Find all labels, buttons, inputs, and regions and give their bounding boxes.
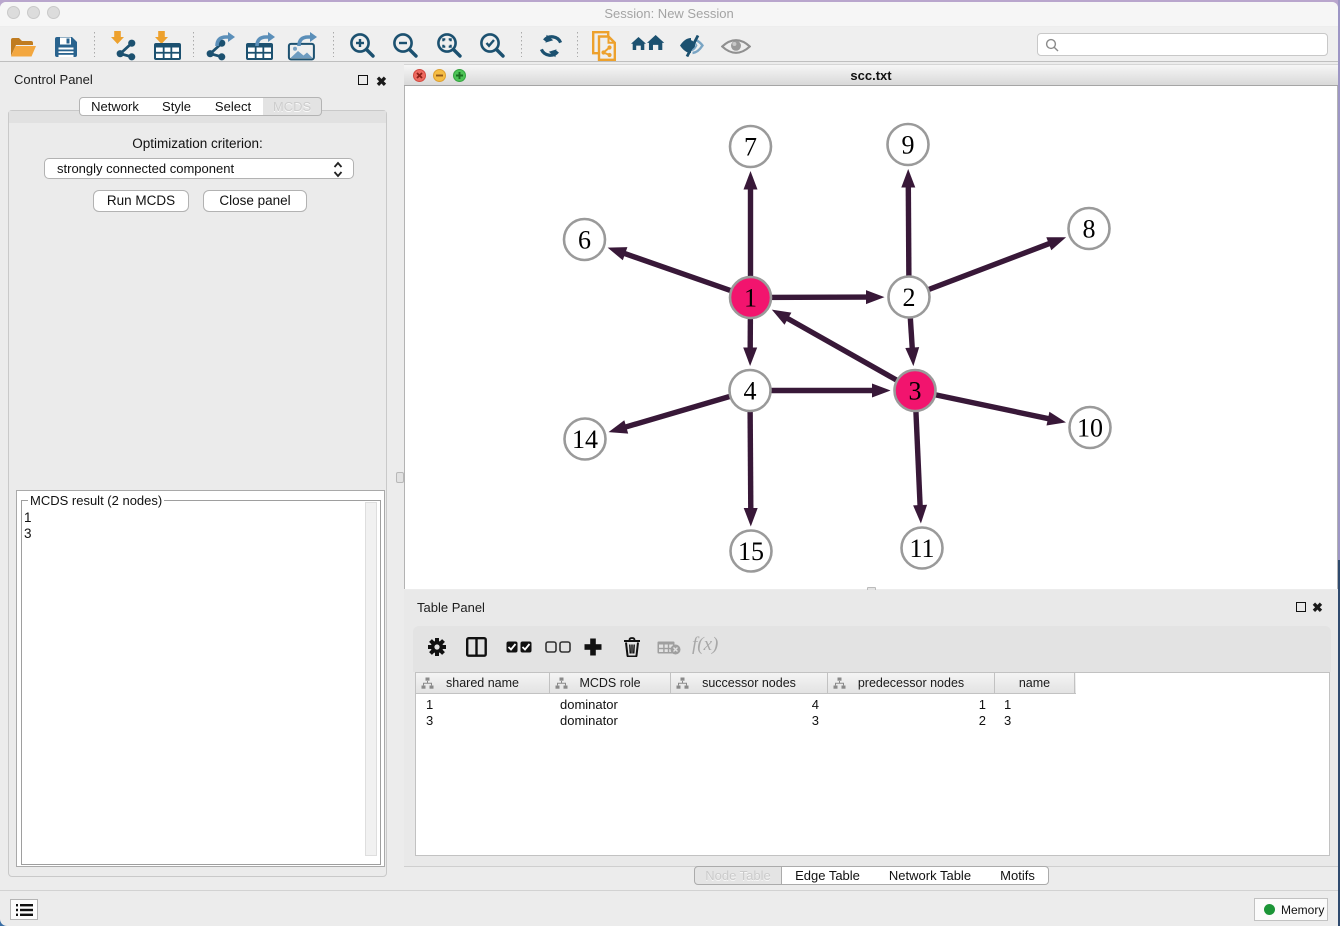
svg-text:3: 3	[909, 377, 922, 406]
svg-text:9: 9	[902, 131, 915, 160]
svg-text:2: 2	[903, 283, 916, 312]
svg-text:10: 10	[1077, 414, 1103, 443]
svg-text:1: 1	[744, 284, 757, 313]
svg-text:15: 15	[738, 537, 764, 566]
svg-text:4: 4	[744, 377, 757, 406]
svg-text:6: 6	[578, 226, 591, 255]
svg-text:11: 11	[909, 534, 934, 563]
svg-text:14: 14	[572, 425, 598, 454]
svg-text:8: 8	[1083, 215, 1096, 244]
svg-text:7: 7	[744, 133, 757, 162]
